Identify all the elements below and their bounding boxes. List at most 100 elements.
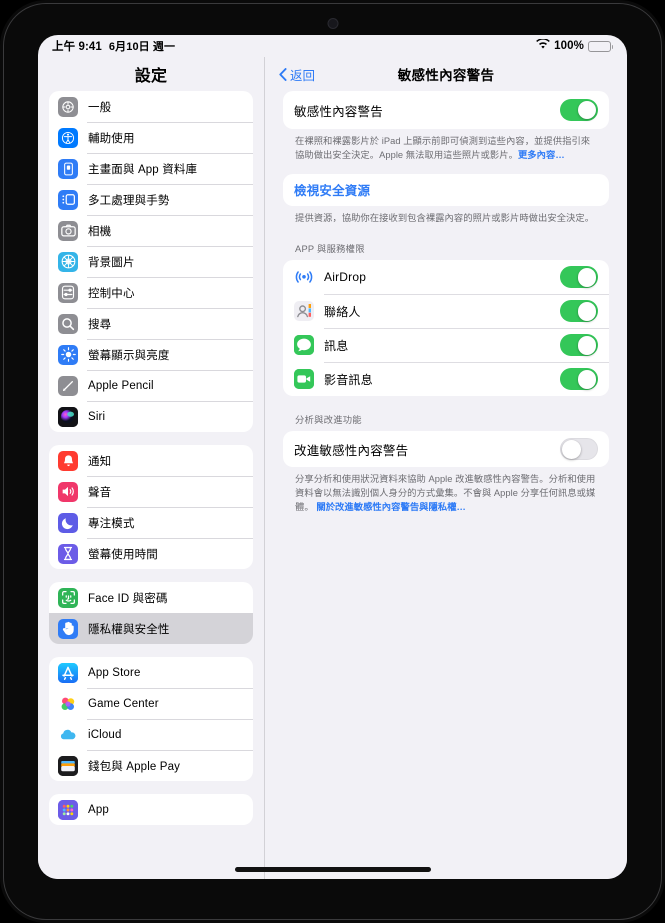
- app-permissions-header: APP 與服務權限: [295, 244, 365, 255]
- messages-icon: [294, 335, 314, 356]
- detail-nav-bar: 返回 敏感性內容警告: [265, 57, 627, 91]
- sidebar-group-1: 通知聲音專注模式螢幕使用時間: [49, 445, 253, 569]
- permission-row-[interactable]: 訊息: [283, 328, 609, 362]
- sidebar-item-item[interactable]: 隱私權與安全性: [49, 613, 253, 644]
- icloud-icon: [58, 724, 78, 745]
- multitasking-icon: [58, 189, 78, 210]
- focus-moon-icon: [58, 512, 78, 533]
- sidebar-item-item[interactable]: 相機: [49, 215, 253, 246]
- sidebar-item-label: 錢包與 Apple Pay: [88, 760, 181, 773]
- status-date: 6月10日 週一: [108, 41, 176, 53]
- view-safety-resources-row[interactable]: 檢視安全資源: [283, 174, 609, 206]
- sidebar-item-app[interactable]: 主畫面與 App 資料庫: [49, 153, 253, 184]
- sidebar-item-item[interactable]: 一般: [49, 91, 253, 122]
- battery-percent: 100%: [554, 40, 584, 52]
- sidebar-item-app[interactable]: App: [49, 794, 253, 825]
- detail-title: 敏感性內容警告: [397, 68, 495, 83]
- search-icon: [58, 313, 78, 334]
- screen-time-hourglass-icon: [58, 543, 78, 564]
- sensitive-content-note: 在裸照和裸露影片於 iPad 上顯示前即可偵測到這些內容，並提供指引來協助做出安…: [283, 129, 609, 163]
- improve-warnings-row[interactable]: 改進敏感性內容警告: [283, 431, 609, 467]
- app-permissions-card: AirDrop 聯絡人訊息影音訊息: [283, 260, 609, 397]
- sidebar-item-apple-pay[interactable]: 錢包與 Apple Pay: [49, 750, 253, 781]
- sidebar-item-label: 主畫面與 App 資料庫: [88, 163, 198, 176]
- sidebar-item-game-center[interactable]: Game Center: [49, 688, 253, 719]
- sidebar-item-label: 聲音: [88, 486, 112, 499]
- back-button-label: 返回: [290, 68, 316, 83]
- wifi-icon: [536, 38, 550, 53]
- sidebar-item-label: 控制中心: [88, 287, 135, 300]
- sidebar-item-item[interactable]: 控制中心: [49, 277, 253, 308]
- back-button[interactable]: 返回: [279, 65, 315, 84]
- screen: 上午 9:41 6月10日 週一 100% 設定 一般 輔助使用 主畫面與 Ap…: [38, 35, 627, 879]
- gear-icon: [58, 96, 78, 117]
- sound-speaker-icon: [58, 481, 78, 502]
- privacy-hand-icon: [58, 618, 78, 639]
- sidebar-item-label: 通知: [88, 455, 112, 468]
- sidebar-item-label: App Store: [88, 666, 141, 679]
- sidebar-item-label: 多工處理與手勢: [88, 194, 170, 207]
- sidebar-item-item[interactable]: 螢幕使用時間: [49, 538, 253, 569]
- improve-warnings-label: 改進敏感性內容警告: [294, 443, 409, 458]
- notifications-bell-icon: [58, 450, 78, 471]
- sidebar-item-label: 螢幕使用時間: [88, 548, 158, 561]
- detail-scroll-area[interactable]: 敏感性內容警告 在裸照和裸露影片於 iPad 上顯示前即可偵測到這些內容，並提供…: [265, 91, 627, 879]
- accessibility-icon: [58, 127, 78, 148]
- permission-toggle-airdrop[interactable]: [560, 266, 598, 289]
- improve-warnings-toggle[interactable]: [560, 438, 598, 461]
- permission-row-[interactable]: 聯絡人: [283, 294, 609, 328]
- sidebar-item-item[interactable]: 通知: [49, 445, 253, 476]
- sensitive-content-warning-toggle[interactable]: [560, 99, 598, 121]
- permission-toggle-[interactable]: [560, 300, 598, 323]
- sidebar-item-label: App: [88, 803, 109, 816]
- sidebar-group-3: App Store Game Center iCloud 錢包與 Apple Pay: [49, 657, 253, 781]
- permission-row-[interactable]: 影音訊息: [283, 362, 609, 396]
- sidebar-item-label: Siri: [88, 410, 106, 423]
- status-bar-right: 100%: [536, 38, 614, 53]
- sidebar-item-item[interactable]: 專注模式: [49, 507, 253, 538]
- analytics-note: 分享分析和使用狀況資料來協助 Apple 改進敏感性內容警告。分析和使用資料會以…: [283, 467, 609, 514]
- sidebar-item-apple-pencil[interactable]: Apple Pencil: [49, 370, 253, 401]
- permission-toggle-[interactable]: [560, 368, 598, 391]
- sidebar-item-label: 隱私權與安全性: [88, 623, 170, 636]
- sensitive-content-card: 敏感性內容警告: [283, 91, 609, 129]
- sidebar-item-item[interactable]: 搜尋: [49, 308, 253, 339]
- video-message-icon: [294, 369, 314, 390]
- front-camera: [328, 19, 337, 28]
- permission-label: 影音訊息: [324, 372, 373, 387]
- sidebar-item-item[interactable]: 螢幕顯示與亮度: [49, 339, 253, 370]
- safety-resources-card: 檢視安全資源: [283, 173, 609, 206]
- sidebar-title: 設定: [134, 68, 168, 85]
- sidebar-scroll-area[interactable]: 一般 輔助使用主畫面與 App 資料庫 多工處理與手勢相機背景圖片控制中心搜尋螢幕顯…: [38, 91, 264, 879]
- sidebar-item-label: 背景圖片: [88, 256, 135, 269]
- analytics-privacy-link[interactable]: 關於改進敏感性內容警告與隱私權…: [316, 502, 466, 512]
- sidebar-item-app-store[interactable]: App Store: [49, 657, 253, 688]
- sensitive-content-warning-label: 敏感性內容警告: [294, 104, 383, 119]
- permission-label: AirDrop: [324, 270, 367, 285]
- sidebar-item-item[interactable]: 聲音: [49, 476, 253, 507]
- home-screen-icon: [58, 158, 78, 179]
- safety-resources-note: 提供資源，協助你在接收到包含裸露內容的照片或影片時做出安全決定。: [295, 212, 595, 223]
- permission-label: 聯絡人: [324, 304, 361, 319]
- permission-toggle-[interactable]: [560, 334, 598, 357]
- game-center-icon: [58, 693, 78, 714]
- sidebar-item-icloud[interactable]: iCloud: [49, 719, 253, 750]
- sidebar-item-label: 搜尋: [88, 318, 112, 331]
- split-view: 設定 一般 輔助使用主畫面與 App 資料庫 多工處理與手勢相機背景圖片控制中心搜尋…: [38, 57, 627, 879]
- control-center-icon: [58, 282, 78, 303]
- airdrop-icon: [294, 267, 314, 288]
- sidebar-item-item[interactable]: 輔助使用: [49, 122, 253, 153]
- more-info-link[interactable]: 更多內容…: [518, 150, 565, 160]
- sidebar-item-siri[interactable]: Siri: [49, 401, 253, 432]
- analytics-header: 分析與改進功能: [295, 415, 362, 426]
- sidebar-group-4: App: [49, 794, 253, 825]
- brightness-icon: [58, 344, 78, 365]
- home-indicator[interactable]: [234, 867, 431, 872]
- sidebar-item-item[interactable]: 背景圖片: [49, 246, 253, 277]
- permission-row-airdrop[interactable]: AirDrop: [283, 260, 609, 294]
- sensitive-content-warning-row[interactable]: 敏感性內容警告: [283, 91, 609, 129]
- sidebar-item-label: Face ID 與密碼: [88, 592, 168, 605]
- sidebar-item-label: 螢幕顯示與亮度: [88, 349, 170, 362]
- sidebar-item-item[interactable]: 多工處理與手勢: [49, 184, 253, 215]
- sidebar-item-face-id[interactable]: Face ID 與密碼: [49, 582, 253, 613]
